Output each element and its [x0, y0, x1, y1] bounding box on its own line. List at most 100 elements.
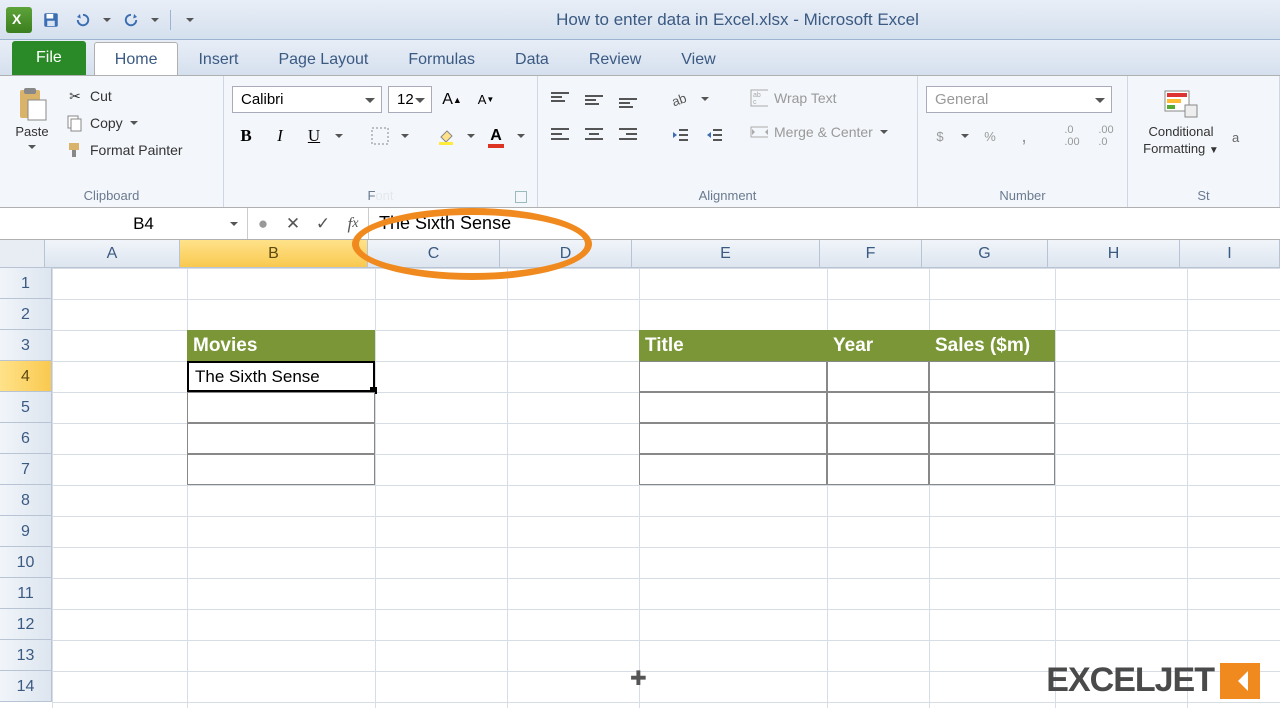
align-center-icon[interactable]: [580, 122, 608, 148]
cell-e5[interactable]: [639, 392, 827, 423]
save-icon[interactable]: [38, 7, 64, 33]
fill-color-icon[interactable]: [432, 123, 460, 149]
row-header-8[interactable]: 8: [0, 485, 52, 516]
cancel-x-icon[interactable]: ✕: [278, 209, 308, 239]
redo-icon[interactable]: [118, 7, 144, 33]
tab-page-layout[interactable]: Page Layout: [258, 43, 388, 75]
decrease-decimal-icon[interactable]: .00.0: [1092, 123, 1120, 149]
cell-f5[interactable]: [827, 392, 929, 423]
cell-e3-header[interactable]: Title: [639, 330, 827, 361]
cell-b6[interactable]: [187, 423, 375, 454]
comma-icon[interactable]: ,: [1010, 123, 1038, 149]
decrease-indent-icon[interactable]: [666, 122, 694, 148]
copy-dropdown-icon[interactable]: [129, 117, 139, 129]
tab-formulas[interactable]: Formulas: [388, 43, 495, 75]
bold-button[interactable]: B: [232, 123, 260, 149]
currency-dropdown-icon[interactable]: [960, 130, 970, 142]
tab-view[interactable]: View: [661, 43, 735, 75]
row-header-12[interactable]: 12: [0, 609, 52, 640]
merge-dropdown-icon[interactable]: [879, 126, 889, 138]
name-box[interactable]: B4: [0, 208, 248, 239]
copy-button[interactable]: Copy: [62, 111, 187, 135]
cell-b4-active[interactable]: The Sixth Sense: [187, 361, 375, 392]
cell-g5[interactable]: [929, 392, 1055, 423]
paste-dropdown-icon[interactable]: [27, 141, 37, 153]
col-header-C[interactable]: C: [368, 240, 500, 268]
row-header-14[interactable]: 14: [0, 671, 52, 702]
fx-icon[interactable]: fx: [338, 209, 368, 239]
cell-g7[interactable]: [929, 454, 1055, 485]
row-header-3[interactable]: 3: [0, 330, 52, 361]
cell-g3-header[interactable]: Sales ($m): [929, 330, 1055, 361]
orientation-dropdown-icon[interactable]: [700, 93, 710, 105]
align-bottom-icon[interactable]: [614, 86, 642, 112]
align-right-icon[interactable]: [614, 122, 642, 148]
fill-dropdown-icon[interactable]: [466, 130, 476, 142]
align-middle-icon[interactable]: [580, 86, 608, 112]
increase-decimal-icon[interactable]: .0.00: [1058, 123, 1086, 149]
fontcolor-dropdown-icon[interactable]: [516, 130, 526, 142]
col-header-I[interactable]: I: [1180, 240, 1280, 268]
undo-icon[interactable]: [70, 7, 96, 33]
conditional-formatting-button[interactable]: Conditional Formatting ▼: [1136, 80, 1226, 156]
font-name-select[interactable]: Calibri: [232, 86, 382, 113]
namebox-dropdown-icon[interactable]: [229, 218, 239, 230]
row-header-5[interactable]: 5: [0, 392, 52, 423]
confirm-check-icon[interactable]: ✓: [308, 209, 338, 239]
tab-data[interactable]: Data: [495, 43, 569, 75]
cell-f4[interactable]: [827, 361, 929, 392]
percent-icon[interactable]: %: [976, 123, 1004, 149]
formula-input[interactable]: The Sixth Sense: [369, 208, 1280, 239]
align-left-icon[interactable]: [546, 122, 574, 148]
cell-b5[interactable]: [187, 392, 375, 423]
borders-dropdown-icon[interactable]: [400, 130, 410, 142]
row-header-7[interactable]: 7: [0, 454, 52, 485]
currency-icon[interactable]: $: [926, 123, 954, 149]
select-all-corner[interactable]: [0, 240, 45, 268]
cell-f7[interactable]: [827, 454, 929, 485]
redo-dropdown-icon[interactable]: [150, 14, 160, 26]
orientation-icon[interactable]: ab: [666, 86, 694, 112]
col-header-G[interactable]: G: [922, 240, 1048, 268]
cell-g6[interactable]: [929, 423, 1055, 454]
tab-home[interactable]: Home: [94, 42, 179, 75]
increase-indent-icon[interactable]: [700, 122, 728, 148]
row-header-6[interactable]: 6: [0, 423, 52, 454]
cell-b3-header[interactable]: Movies: [187, 330, 375, 361]
underline-dropdown-icon[interactable]: [334, 130, 344, 142]
col-header-A[interactable]: A: [45, 240, 180, 268]
row-header-4[interactable]: 4: [0, 361, 52, 392]
excel-logo-icon[interactable]: [6, 7, 32, 33]
cell-g4[interactable]: [929, 361, 1055, 392]
number-format-select[interactable]: General: [926, 86, 1112, 113]
underline-button[interactable]: U: [300, 123, 328, 149]
cancel-edit-icon[interactable]: ●: [248, 209, 278, 239]
align-top-icon[interactable]: [546, 86, 574, 112]
row-header-1[interactable]: 1: [0, 268, 52, 299]
font-color-icon[interactable]: A: [482, 123, 510, 149]
col-header-D[interactable]: D: [500, 240, 632, 268]
cell-f3-header[interactable]: Year: [827, 330, 929, 361]
row-header-11[interactable]: 11: [0, 578, 52, 609]
col-header-H[interactable]: H: [1048, 240, 1180, 268]
row-header-10[interactable]: 10: [0, 547, 52, 578]
cell-f6[interactable]: [827, 423, 929, 454]
paste-button[interactable]: Paste: [8, 80, 56, 153]
cut-button[interactable]: ✂ Cut: [62, 84, 187, 108]
tab-review[interactable]: Review: [569, 43, 661, 75]
decrease-font-icon[interactable]: A▼: [472, 87, 500, 113]
tab-insert[interactable]: Insert: [178, 43, 258, 75]
font-launcher-icon[interactable]: [515, 191, 527, 203]
merge-center-button[interactable]: Merge & Center: [746, 120, 893, 144]
cell-b7[interactable]: [187, 454, 375, 485]
row-header-2[interactable]: 2: [0, 299, 52, 330]
cell-e7[interactable]: [639, 454, 827, 485]
wrap-text-button[interactable]: abc Wrap Text: [746, 86, 893, 110]
tab-file[interactable]: File: [12, 41, 86, 75]
col-header-E[interactable]: E: [632, 240, 820, 268]
format-painter-button[interactable]: Format Painter: [62, 138, 187, 162]
cells-area[interactable]: MoviesThe Sixth Sense TitleYearSales ($m): [52, 268, 1280, 708]
borders-icon[interactable]: [366, 123, 394, 149]
cell-e6[interactable]: [639, 423, 827, 454]
row-header-13[interactable]: 13: [0, 640, 52, 671]
